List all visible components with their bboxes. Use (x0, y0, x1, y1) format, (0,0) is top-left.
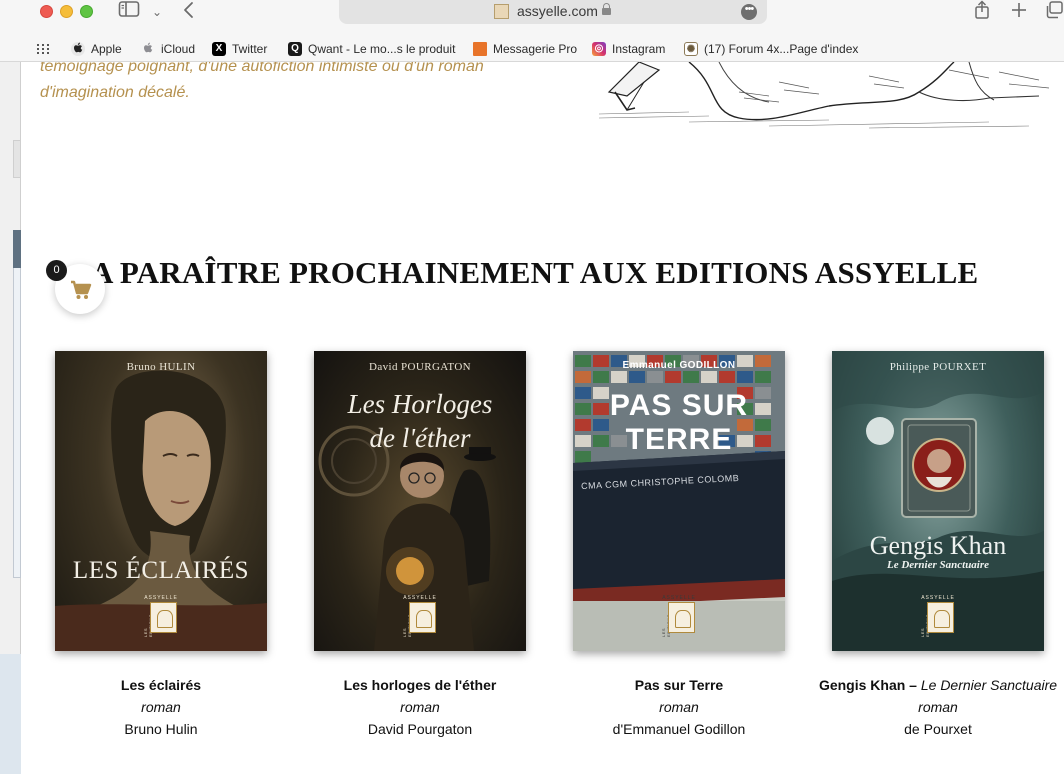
background-window-edge (0, 62, 21, 774)
intro-text: témoignage poignant, d'une autofiction i… (40, 62, 560, 106)
url-text: assyelle.com (517, 3, 598, 19)
bookmarks-bar: Apple iCloud X Twitter Q Qwant - Le mo..… (0, 38, 1064, 62)
site-favicon-icon (494, 4, 509, 19)
cover-subtitle: Le Dernier Sanctuaire (886, 559, 990, 571)
book-genre: roman (141, 699, 181, 715)
mail-icon (473, 42, 487, 56)
share-icon[interactable] (973, 0, 991, 24)
sidebar-toggle-icon[interactable] (118, 0, 140, 22)
book-cover-gengis-khan[interactable]: Philippe POURXET Gengis Khan Le Dernier … (832, 351, 1044, 651)
book-subtitle: Le Dernier Sanctuaire (920, 677, 1058, 693)
address-bar[interactable]: assyelle.com ••• (339, 0, 767, 24)
tab-overview-icon[interactable] (1045, 0, 1064, 24)
book-caption-3: Pas sur Terre roman d'Emmanuel Godillon (549, 674, 809, 740)
book-caption-2: Les horloges de l'éther roman David Pour… (290, 674, 550, 740)
apple-icon (71, 42, 85, 56)
book-genre: roman (659, 699, 699, 715)
publisher-logo: ASSYELLE LES EDITIONS (660, 595, 698, 637)
publisher-logo: ASSYELLE LES EDITIONS (919, 595, 957, 637)
lock-icon (602, 3, 611, 15)
close-window-button[interactable] (40, 5, 53, 18)
publisher-logo-label: ASSYELLE (662, 595, 696, 601)
book-caption-1: Les éclairés roman Bruno Hulin (31, 674, 291, 740)
cover-title: Gengis Khan (869, 531, 1007, 560)
bookmark-messagerie-pro[interactable]: Messagerie Pro (473, 42, 577, 56)
book-genre: roman (400, 699, 440, 715)
cover-author: Bruno HULIN (126, 361, 196, 373)
cover-title: PAS SUR TERRE (573, 389, 785, 457)
back-icon[interactable] (182, 0, 196, 24)
cover-title-line: de l'éther (369, 423, 471, 453)
publisher-logo-label: ASSYELLE (403, 595, 437, 601)
minimize-window-button[interactable] (60, 5, 73, 18)
bookmark-label: iCloud (161, 42, 196, 56)
publisher-logo: ASSYELLE LES EDITIONS (401, 595, 439, 637)
book-title-link[interactable]: Gengis Khan – Le Dernier Sanctuaire (808, 674, 1064, 696)
bookmark-label: Twitter (232, 42, 268, 56)
cover-author: Philippe POURXET (889, 361, 987, 373)
book-title-link[interactable]: Les éclairés (31, 674, 291, 696)
book-genre: roman (918, 699, 958, 715)
book-caption-4: Gengis Khan – Le Dernier Sanctuaire roma… (808, 674, 1064, 740)
forum-icon: ✺ (684, 42, 698, 56)
bookmark-label: Apple (91, 42, 122, 56)
bookmark-label: Qwant - Le mo...s le produit (308, 42, 456, 56)
book-cover-les-eclaires[interactable]: Bruno HULIN LES ÉCLAIRÉS ASSYELLE LES ED… (55, 351, 267, 651)
book-title-link[interactable]: Pas sur Terre (549, 674, 809, 696)
book-title-link[interactable]: Les horloges de l'éther (290, 674, 550, 696)
cart-count-badge: 0 (46, 260, 67, 281)
chevron-down-icon[interactable]: ⌄ (152, 2, 162, 22)
cover-author: Emmanuel GODILLON (622, 360, 736, 371)
cover-title-line: PAS SUR (609, 389, 749, 422)
publisher-logo-label: ASSYELLE (144, 595, 178, 601)
page-content: témoignage poignant, d'une autofiction i… (21, 62, 1064, 774)
cover-author: David POURGATON (368, 361, 472, 373)
instagram-icon: ◎ (592, 42, 606, 56)
book-cover-pas-sur-terre[interactable]: Emmanuel GODILLON PAS SUR TERRE CMA CGM … (573, 351, 785, 651)
bookmark-twitter[interactable]: X Twitter (212, 42, 267, 56)
browser-toolbar: ⌄ assyelle.com ••• (0, 0, 1064, 38)
publisher-logo-label: ASSYELLE (921, 595, 955, 601)
bookmark-instagram[interactable]: ◎ Instagram (592, 42, 665, 56)
book-title: Gengis Khan – (818, 677, 917, 693)
cover-title: Les Horloges de l'éther (314, 387, 526, 455)
publisher-logo: ASSYELLE LES EDITIONS (142, 595, 180, 637)
intro-line: d'imagination décalé. (40, 84, 190, 101)
bookmark-qwant[interactable]: Q Qwant - Le mo...s le produit (288, 42, 455, 56)
bookmark-apple[interactable]: Apple (71, 42, 122, 56)
section-title: A PARAÎTRE PROCHAINEMENT AUX EDITIONS AS… (91, 255, 979, 290)
apple-icon (141, 42, 155, 56)
intro-line: témoignage poignant, d'une autofiction i… (40, 62, 484, 75)
zoom-window-button[interactable] (80, 5, 93, 18)
bookmark-forum[interactable]: ✺ (17) Forum 4x...Page d'index (684, 42, 858, 56)
book-cover-les-horloges[interactable]: David POURGATON Les Horloges de l'éther … (314, 351, 526, 651)
book-author: de Pourxet (904, 721, 972, 737)
cover-title-line: Les Horloges (347, 389, 493, 419)
qwant-icon: Q (288, 42, 302, 56)
book-author: d'Emmanuel Godillon (612, 721, 746, 737)
new-tab-icon[interactable] (1010, 0, 1028, 24)
book-author: Bruno Hulin (124, 721, 198, 737)
bookmark-label: (17) Forum 4x...Page d'index (704, 42, 859, 56)
x-icon: X (212, 42, 226, 56)
bookmark-label: Instagram (612, 42, 666, 56)
cover-title-line: TERRE (625, 423, 733, 456)
bookmark-icloud[interactable]: iCloud (141, 42, 195, 56)
cover-title: LES ÉCLAIRÉS (72, 557, 250, 584)
book-author: David Pourgaton (367, 721, 473, 737)
apps-grid-icon[interactable] (37, 44, 50, 55)
bookmark-label: Messagerie Pro (493, 42, 578, 56)
more-options-icon[interactable]: ••• (741, 4, 757, 20)
quill-hand-illustration (598, 62, 1050, 129)
